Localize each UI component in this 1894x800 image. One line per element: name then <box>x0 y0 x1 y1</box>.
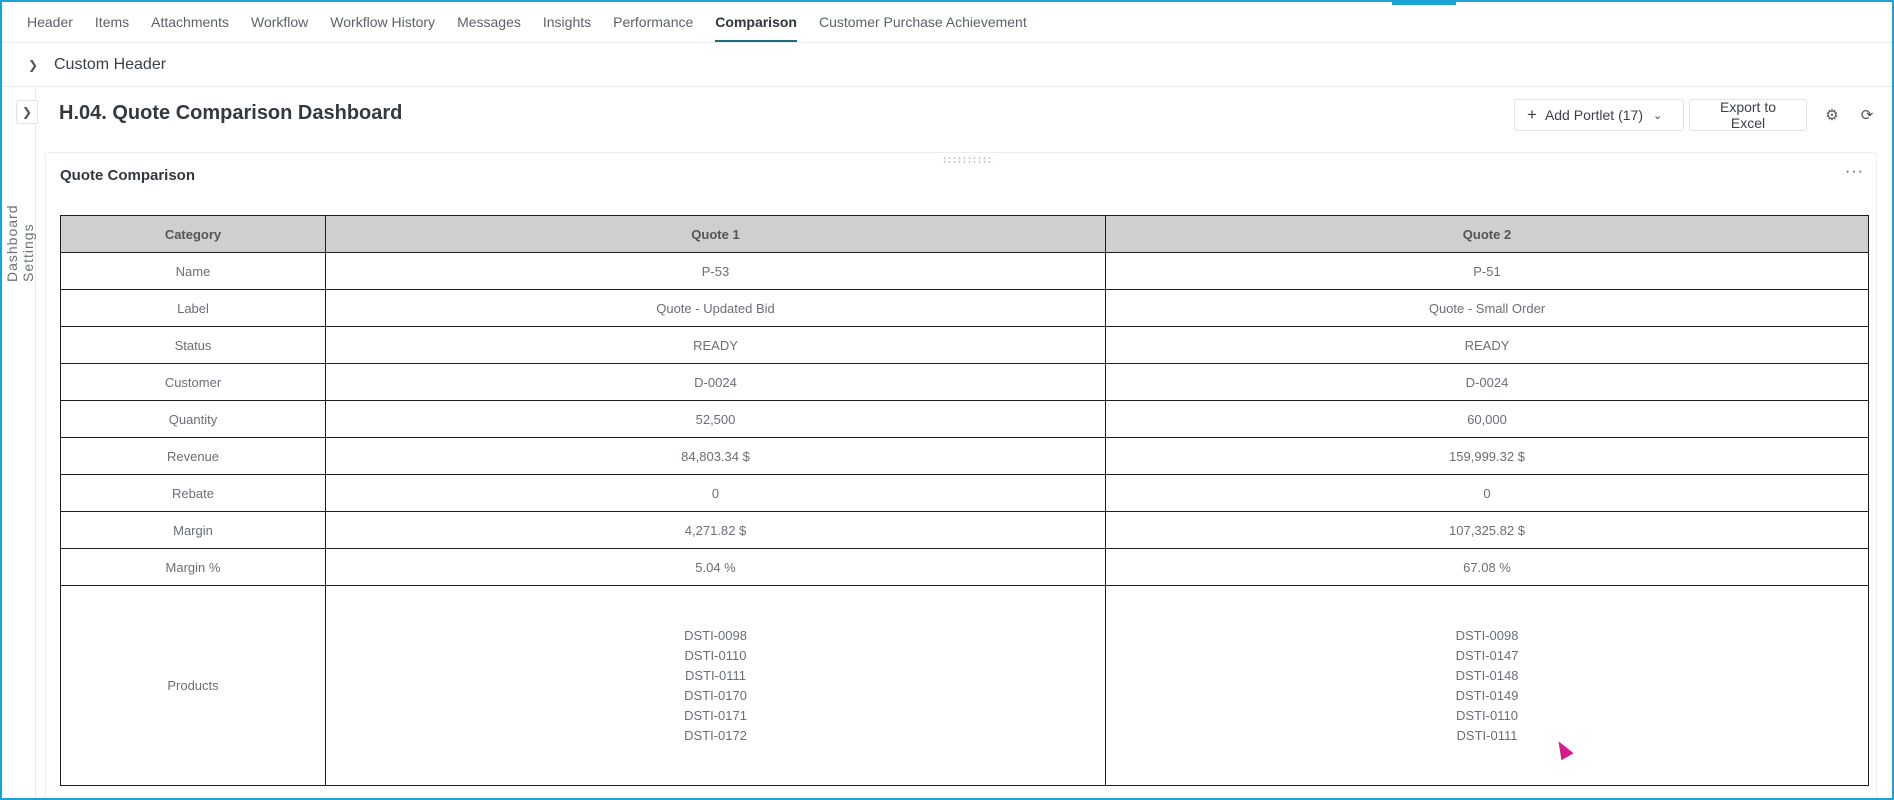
portlet-title: Quote Comparison <box>60 167 196 184</box>
tab-header[interactable]: Header <box>16 2 84 42</box>
quote-2-cell: 60,000 <box>1105 400 1869 438</box>
category-cell: Revenue <box>60 437 326 475</box>
tab-attachments[interactable]: Attachments <box>140 2 240 42</box>
more-horizontal-icon[interactable]: ··· <box>1845 163 1864 181</box>
table-row-products: Products DSTI-0098 DSTI-0110 DSTI-0111 DSTI-… <box>60 585 1869 786</box>
dashboard-settings-label[interactable]: Dashboard Settings <box>4 142 36 283</box>
product-item: DSTI-0149 <box>1455 687 1519 703</box>
column-header-category: Category <box>60 215 326 253</box>
chevron-down-icon: ⌄ <box>1653 109 1663 122</box>
quote-2-cell: 159,999.32 $ <box>1105 437 1869 475</box>
chevron-right-icon: ❯ <box>21 105 33 119</box>
quote-2-cell: 0 <box>1105 474 1869 512</box>
product-item: DSTI-0098 <box>684 627 747 643</box>
table-row: Margin 4,271.82 $107,325.82 $ <box>60 511 1869 549</box>
product-item: DSTI-0098 <box>1455 627 1519 643</box>
table-header-row: Category Quote 1 Quote 2 <box>60 215 1869 253</box>
quote-2-cell: 67.08 % <box>1105 548 1869 586</box>
tab-items[interactable]: Items <box>84 2 140 42</box>
tab-messages[interactable]: Messages <box>446 2 532 42</box>
drag-handle-icon[interactable] <box>942 156 994 165</box>
quote-2-products-cell: DSTI-0098 DSTI-0147 DSTI-0148 DSTI-0149 DSTI… <box>1105 585 1869 786</box>
plus-icon: + <box>1527 105 1537 124</box>
tab-comparison[interactable]: Comparison <box>704 2 808 42</box>
category-cell: Products <box>60 585 326 786</box>
quote-1-cell: 4,271.82 $ <box>325 511 1106 549</box>
product-item: DSTI-0111 <box>685 667 746 683</box>
quote-1-cell: READY <box>325 326 1106 364</box>
product-item: DSTI-0110 <box>684 647 747 663</box>
category-cell: Status <box>60 326 326 364</box>
add-portlet-button[interactable]: + Add Portlet (17) ⌄ <box>1514 99 1684 131</box>
export-to-excel-button[interactable]: Export to Excel <box>1689 99 1807 131</box>
sidebar-toggle-button[interactable]: ❯ <box>16 100 38 124</box>
quote-1-cell: 52,500 <box>325 400 1106 438</box>
category-cell: Name <box>60 252 326 290</box>
column-header-quote-2: Quote 2 <box>1105 215 1869 253</box>
table-row: Margin % 5.04 % 67.08 % <box>60 548 1869 586</box>
column-header-quote-1: Quote 1 <box>325 215 1106 253</box>
tab-workflow[interactable]: Workflow <box>240 2 319 42</box>
quote-2-cell: P-51 <box>1105 252 1869 290</box>
product-item: DSTI-0147 <box>1455 647 1519 663</box>
quote-1-cell: D-0024 <box>325 363 1106 401</box>
quote-1-cell: Quote - Updated Bid <box>325 289 1106 327</box>
table-row: Status READY READY <box>60 326 1869 364</box>
table-row: Quantity 52,500 60,000 <box>60 400 1869 438</box>
custom-header-toggle[interactable]: ❯ Custom Header <box>2 43 1892 87</box>
category-cell: Customer <box>60 363 326 401</box>
tab-bar: Header Items Attachments Workflow Workfl… <box>2 2 1892 43</box>
quote-2-cell: 107,325.82 $ <box>1105 511 1869 549</box>
refresh-icon[interactable]: ⟳ <box>1854 102 1880 128</box>
product-item: DSTI-0171 <box>684 707 747 723</box>
add-portlet-label: Add Portlet (17) <box>1544 107 1643 123</box>
quote-2-cell: D-0024 <box>1105 363 1869 401</box>
gear-icon[interactable]: ⚙ <box>1819 102 1845 128</box>
quote-comparison-portlet: Quote Comparison ··· Category Quote 1 Qu… <box>45 152 1877 798</box>
product-item: DSTI-0172 <box>684 727 747 743</box>
table-row: Rebate 0 0 <box>60 474 1869 512</box>
category-cell: Margin <box>60 511 326 549</box>
category-cell: Rebate <box>60 474 326 512</box>
product-item: DSTI-0170 <box>684 687 747 703</box>
quote-2-cell: Quote - Small Order <box>1105 289 1869 327</box>
custom-header-label: Custom Header <box>54 55 167 73</box>
product-item: DSTI-0110 <box>1456 707 1518 723</box>
comparison-table: Category Quote 1 Quote 2 Name P-53 P-51 Lab… <box>60 215 1869 786</box>
table-row: Customer D-0024 D-0024 <box>60 363 1869 401</box>
product-item: DSTI-0148 <box>1455 667 1519 683</box>
quote-1-cell: P-53 <box>325 252 1106 290</box>
table-row: Label Quote - Updated Bid Quote - Small Or… <box>60 289 1869 327</box>
product-item: DSTI-0111 <box>1456 727 1518 743</box>
quote-1-cell: 0 <box>325 474 1106 512</box>
category-cell: Margin % <box>60 548 326 586</box>
table-row: Name P-53 P-51 <box>60 252 1869 290</box>
quote-1-cell: 5.04 % <box>325 548 1106 586</box>
chevron-right-icon: ❯ <box>28 57 39 72</box>
category-cell: Quantity <box>60 400 326 438</box>
tab-performance[interactable]: Performance <box>602 2 704 42</box>
tab-customer-purchase-achievement[interactable]: Customer Purchase Achievement <box>808 2 1038 42</box>
app-window: Header Items Attachments Workflow Workfl… <box>0 0 1894 800</box>
quote-1-cell: 84,803.34 $ <box>325 437 1106 475</box>
table-row: Revenue 84,803.34 $159,999.32 $ <box>60 437 1869 475</box>
quote-2-cell: READY <box>1105 326 1869 364</box>
category-cell: Label <box>60 289 326 327</box>
tab-insights[interactable]: Insights <box>532 2 602 42</box>
tab-workflow-history[interactable]: Workflow History <box>319 2 446 42</box>
quote-1-products-cell: DSTI-0098 DSTI-0110 DSTI-0111 DSTI-0170 DSTI… <box>325 585 1106 786</box>
page-title: H.04. Quote Comparison Dashboard <box>59 102 403 124</box>
